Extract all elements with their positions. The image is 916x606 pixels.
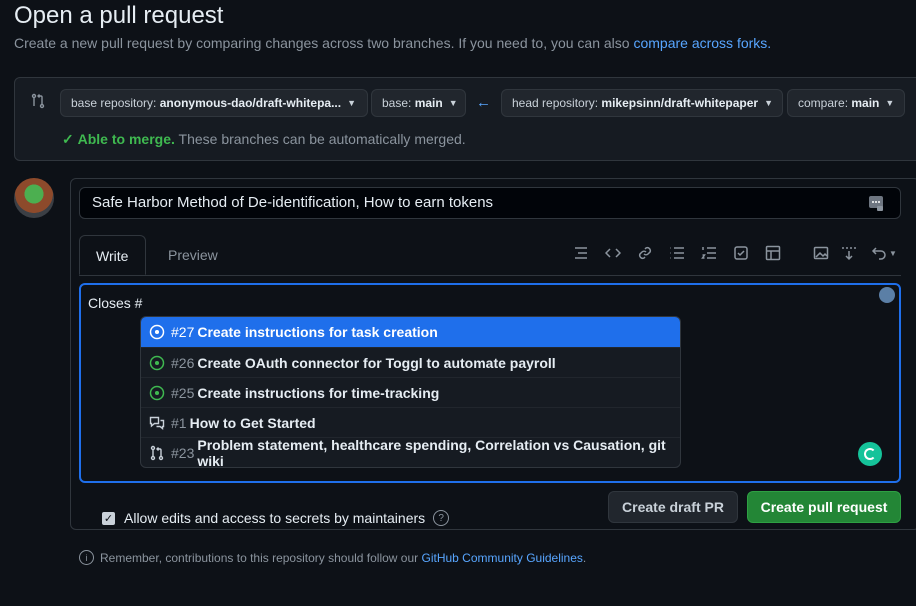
image-icon[interactable] bbox=[810, 242, 832, 264]
allow-edits-label: Allow edits and access to secrets by mai… bbox=[124, 510, 426, 526]
footer-text: Remember, contributions to this reposito… bbox=[100, 550, 419, 565]
autocomplete-item[interactable]: #1 How to Get Started bbox=[141, 407, 680, 437]
heading-icon[interactable] bbox=[570, 242, 592, 264]
issue-open-icon bbox=[149, 355, 165, 371]
issue-autocomplete-list: #27 Create instructions for task creatio… bbox=[140, 316, 681, 468]
autocomplete-title: Create OAuth connector for Toggl to auto… bbox=[197, 354, 556, 371]
arrow-left-icon: ← bbox=[476, 94, 491, 111]
footer-note: i Remember, contributions to this reposi… bbox=[79, 550, 586, 565]
issue-open-icon bbox=[149, 385, 165, 401]
autocomplete-item[interactable]: #27 Create instructions for task creatio… bbox=[141, 317, 680, 347]
caret-down-icon: ▼ bbox=[764, 98, 774, 108]
base-repository-select[interactable]: base repository: anonymous-dao/draft-whi… bbox=[60, 89, 368, 117]
issue-open-icon bbox=[149, 324, 165, 340]
compare-label: compare: bbox=[798, 96, 849, 110]
autocomplete-title: Create instructions for task creation bbox=[197, 324, 438, 340]
clock-icon[interactable] bbox=[879, 287, 895, 303]
autocomplete-number: #25 bbox=[171, 384, 195, 401]
create-draft-pr-button[interactable]: Create draft PR bbox=[608, 491, 738, 523]
git-compare-icon bbox=[30, 93, 46, 109]
base-value: main bbox=[414, 96, 443, 110]
base-label: base: bbox=[382, 96, 412, 110]
numbered-list-icon[interactable] bbox=[698, 242, 720, 264]
autocomplete-number: #27 bbox=[171, 324, 195, 340]
page-subtitle: Create a new pull request by comparing c… bbox=[14, 35, 771, 51]
autocomplete-item[interactable]: #23 Problem statement, healthcare spendi… bbox=[141, 437, 680, 467]
caret-down-icon: ▼ bbox=[885, 98, 895, 108]
code-icon[interactable] bbox=[602, 242, 624, 264]
autocomplete-number: #23 bbox=[171, 444, 195, 461]
discussion-icon bbox=[149, 415, 165, 431]
bulleted-list-icon[interactable] bbox=[666, 242, 688, 264]
grammarly-icon[interactable] bbox=[858, 442, 882, 466]
tab-write[interactable]: Write bbox=[79, 235, 146, 275]
pr-body-text: Closes # bbox=[88, 295, 143, 311]
task-list-icon[interactable] bbox=[730, 242, 752, 264]
caret-down-icon: ▼ bbox=[347, 98, 356, 108]
page-title: Open a pull request bbox=[14, 2, 224, 29]
autocomplete-title: Problem statement, healthcare spending, … bbox=[197, 436, 666, 468]
compare-forks-link[interactable]: compare across forks. bbox=[633, 35, 771, 51]
community-guidelines-link[interactable]: GitHub Community Guidelines bbox=[422, 551, 583, 565]
allow-edits-row: ✓ Allow edits and access to secrets by m… bbox=[102, 510, 450, 526]
pr-title-input[interactable]: Safe Harbor Method of De-identification,… bbox=[79, 187, 901, 219]
fold-down-icon[interactable] bbox=[838, 242, 860, 264]
autocomplete-item[interactable]: #26 Create OAuth connector for Toggl to … bbox=[141, 347, 680, 377]
avatar[interactable] bbox=[14, 178, 54, 218]
allow-edits-checkbox[interactable]: ✓ bbox=[102, 511, 115, 525]
autocomplete-number: #26 bbox=[171, 354, 195, 371]
compare-branch-select[interactable]: compare: main ▼ bbox=[787, 89, 905, 117]
table-icon[interactable] bbox=[762, 242, 784, 264]
head-repo-value: mikepsinn/draft-whitepaper bbox=[601, 96, 759, 110]
saved-replies-icon[interactable] bbox=[867, 194, 885, 212]
subtitle-text: Create a new pull request by comparing c… bbox=[14, 35, 630, 51]
pull-request-icon bbox=[149, 445, 165, 461]
autocomplete-title: Create instructions for time-tracking bbox=[197, 384, 440, 401]
link-icon[interactable] bbox=[634, 242, 656, 264]
base-branch-select[interactable]: base: main ▼ bbox=[371, 89, 466, 117]
base-repo-label: base repository: bbox=[71, 96, 157, 110]
info-icon: i bbox=[79, 550, 94, 565]
caret-down-icon: ▼ bbox=[448, 98, 458, 108]
autocomplete-item[interactable]: #25 Create instructions for time-trackin… bbox=[141, 377, 680, 407]
merge-status-label: Able to merge. bbox=[77, 131, 175, 147]
footer-end: . bbox=[582, 550, 587, 565]
undo-icon[interactable]: ▼ bbox=[868, 242, 900, 264]
check-icon: ✓ bbox=[62, 131, 74, 147]
merge-status-text: These branches can be automatically merg… bbox=[178, 131, 466, 147]
compare-value: main bbox=[851, 96, 880, 110]
head-repo-label: head repository: bbox=[512, 96, 599, 110]
tab-preview[interactable]: Preview bbox=[152, 235, 234, 275]
head-repository-select[interactable]: head repository: mikepsinn/draft-whitepa… bbox=[501, 89, 783, 117]
base-repo-value: anonymous-dao/draft-whitepa... bbox=[159, 96, 342, 110]
create-pull-request-button[interactable]: Create pull request bbox=[747, 491, 901, 523]
merge-status: ✓ Able to merge. These branches can be a… bbox=[62, 131, 466, 148]
question-icon[interactable]: ? bbox=[433, 510, 450, 526]
autocomplete-title: How to Get Started bbox=[189, 414, 316, 431]
autocomplete-number: #1 bbox=[171, 414, 187, 431]
